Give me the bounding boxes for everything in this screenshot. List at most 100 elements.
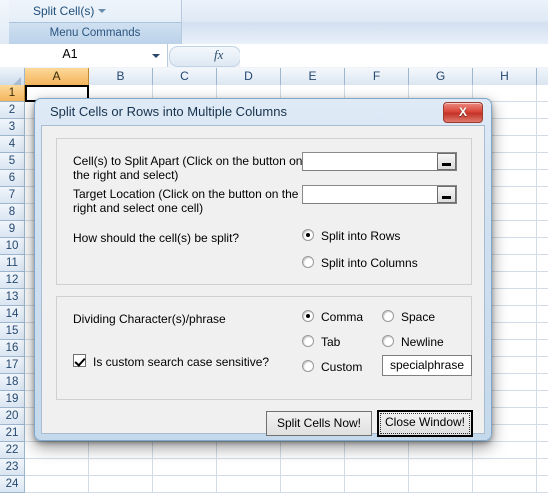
column-header-d[interactable]: D	[217, 68, 281, 85]
name-box-chevron-down-icon[interactable]	[152, 54, 160, 58]
grid-cell[interactable]	[25, 476, 89, 493]
grid-cell[interactable]	[345, 442, 409, 459]
target-location-input[interactable]	[302, 185, 457, 204]
grid-cell[interactable]	[537, 204, 548, 221]
grid-cell[interactable]	[281, 442, 345, 459]
grid-cell[interactable]	[153, 476, 217, 493]
grid-cell[interactable]	[537, 85, 548, 102]
radio-space-label[interactable]: Space	[401, 310, 435, 324]
grid-cell[interactable]	[537, 153, 548, 170]
row-header-15[interactable]: 15	[0, 323, 25, 340]
grid-cell[interactable]	[537, 119, 548, 136]
grid-cell[interactable]	[537, 221, 548, 238]
row-header-14[interactable]: 14	[0, 306, 25, 323]
row-header-21[interactable]: 21	[0, 425, 25, 442]
grid-cell[interactable]	[537, 425, 548, 442]
radio-split-into-columns-label[interactable]: Split into Columns	[321, 256, 418, 270]
column-header-a[interactable]: A	[25, 68, 89, 85]
dialog-titlebar[interactable]: Split Cells or Rows into Multiple Column…	[35, 99, 491, 126]
grid-cell[interactable]	[473, 459, 537, 476]
grid-cell[interactable]	[89, 476, 153, 493]
row-header-9[interactable]: 9	[0, 221, 25, 238]
grid-cell[interactable]	[153, 459, 217, 476]
close-window-button[interactable]: Close Window!	[377, 410, 473, 437]
row-header-13[interactable]: 13	[0, 289, 25, 306]
row-header-2[interactable]: 2	[0, 102, 25, 119]
grid-cell[interactable]	[281, 459, 345, 476]
row-header-4[interactable]: 4	[0, 136, 25, 153]
range-picker-icon-cells[interactable]	[437, 153, 456, 170]
range-picker-icon-target[interactable]	[437, 186, 456, 203]
custom-phrase-input[interactable]: specialphrase	[382, 355, 472, 376]
radio-newline[interactable]	[382, 335, 394, 347]
column-header-b[interactable]: B	[89, 68, 153, 85]
radio-split-into-columns[interactable]	[302, 256, 314, 268]
radio-custom-label[interactable]: Custom	[321, 360, 362, 374]
grid-cell[interactable]	[153, 442, 217, 459]
row-header-20[interactable]: 20	[0, 408, 25, 425]
row-header-16[interactable]: 16	[0, 340, 25, 357]
grid-cell[interactable]	[217, 476, 281, 493]
grid-cell[interactable]	[537, 357, 548, 374]
grid-cell[interactable]	[537, 408, 548, 425]
radio-comma-label[interactable]: Comma	[321, 310, 363, 324]
grid-cell[interactable]	[537, 476, 548, 493]
grid-cell[interactable]	[537, 374, 548, 391]
grid-cell[interactable]	[473, 442, 537, 459]
insert-function-icon[interactable]: fx	[214, 47, 223, 63]
grid-cell[interactable]	[537, 289, 548, 306]
grid-cell[interactable]	[537, 102, 548, 119]
row-header-1[interactable]: 1	[0, 85, 25, 102]
row-header-11[interactable]: 11	[0, 255, 25, 272]
grid-cell[interactable]	[409, 476, 473, 493]
grid-cell[interactable]	[537, 306, 548, 323]
chevron-down-icon[interactable]	[98, 9, 106, 13]
row-header-8[interactable]: 8	[0, 204, 25, 221]
radio-newline-label[interactable]: Newline	[401, 335, 444, 349]
grid-cell[interactable]	[537, 187, 548, 204]
grid-cell[interactable]	[537, 255, 548, 272]
grid-cell[interactable]	[473, 476, 537, 493]
row-header-6[interactable]: 6	[0, 170, 25, 187]
row-header-17[interactable]: 17	[0, 357, 25, 374]
row-header-23[interactable]: 23	[0, 459, 25, 476]
radio-comma[interactable]	[302, 310, 314, 322]
case-sensitive-checkbox[interactable]	[73, 354, 86, 367]
grid-cell[interactable]	[537, 323, 548, 340]
cells-to-split-input[interactable]	[302, 152, 457, 171]
radio-tab[interactable]	[302, 335, 314, 347]
grid-cell[interactable]	[89, 459, 153, 476]
grid-cell[interactable]	[25, 442, 89, 459]
ribbon-tab-split-cells[interactable]: Split Cell(s)	[33, 4, 94, 18]
grid-cell[interactable]	[537, 238, 548, 255]
row-header-7[interactable]: 7	[0, 187, 25, 204]
radio-custom[interactable]	[302, 360, 314, 372]
name-box[interactable]: A1	[0, 44, 168, 67]
grid-cell[interactable]	[537, 340, 548, 357]
case-sensitive-label[interactable]: Is custom search case sensitive?	[93, 355, 303, 369]
radio-tab-label[interactable]: Tab	[321, 335, 340, 349]
column-header-g[interactable]: G	[409, 68, 473, 85]
row-header-24[interactable]: 24	[0, 476, 25, 493]
column-header-e[interactable]: E	[281, 68, 345, 85]
grid-cell[interactable]	[345, 459, 409, 476]
column-header-f[interactable]: F	[345, 68, 409, 85]
split-cells-now-button[interactable]: Split Cells Now!	[266, 411, 372, 436]
radio-split-into-rows-label[interactable]: Split into Rows	[321, 229, 400, 243]
grid-cell[interactable]	[89, 442, 153, 459]
column-header-h[interactable]: H	[473, 68, 537, 85]
grid-cell[interactable]	[537, 136, 548, 153]
grid-cell[interactable]	[409, 442, 473, 459]
row-header-12[interactable]: 12	[0, 272, 25, 289]
formula-input[interactable]	[240, 44, 548, 67]
grid-cell[interactable]	[537, 170, 548, 187]
grid-cell[interactable]	[281, 476, 345, 493]
row-header-5[interactable]: 5	[0, 153, 25, 170]
grid-cell[interactable]	[537, 391, 548, 408]
grid-cell[interactable]	[25, 459, 89, 476]
grid-cell[interactable]	[537, 459, 548, 476]
row-header-10[interactable]: 10	[0, 238, 25, 255]
column-header-c[interactable]: C	[153, 68, 217, 85]
grid-cell[interactable]	[217, 459, 281, 476]
row-header-3[interactable]: 3	[0, 119, 25, 136]
